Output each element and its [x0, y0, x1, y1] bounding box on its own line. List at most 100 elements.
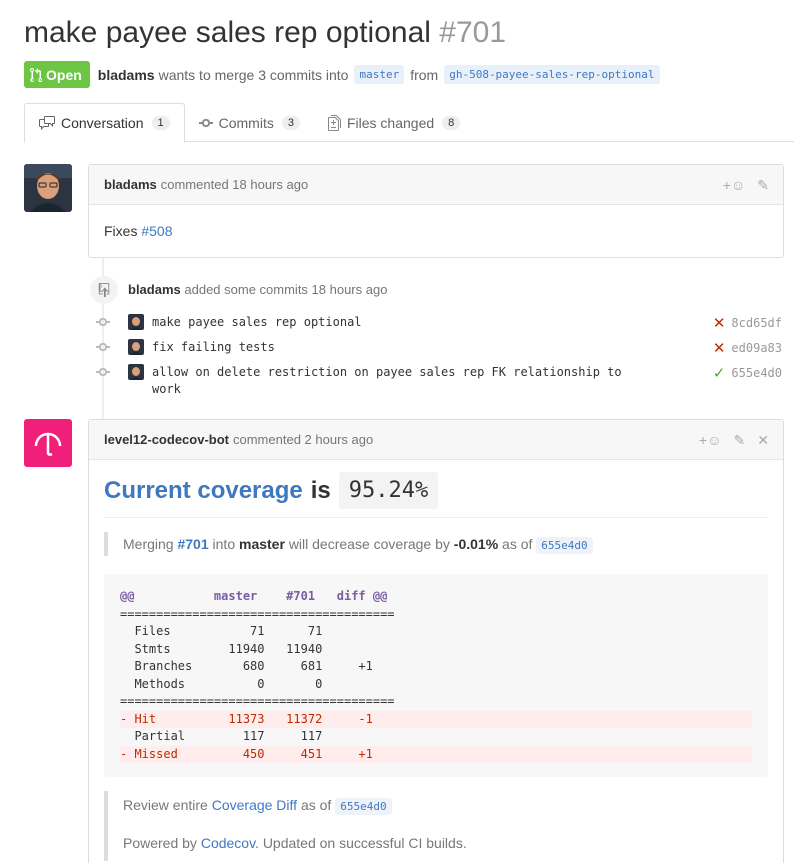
x-icon[interactable]: ✕ — [713, 314, 726, 332]
comment-box: level12-codecov-bot commented 2 hours ag… — [88, 419, 784, 863]
diff-line: Files 71 71 — [120, 624, 323, 638]
file-diff-icon — [327, 114, 341, 131]
commit-message[interactable]: allow on delete restriction on payee sal… — [152, 364, 622, 398]
pencil-icon[interactable]: ✎ — [734, 432, 746, 449]
issue-link[interactable]: #508 — [141, 223, 172, 239]
diff-line: Stmts 11940 11940 — [120, 641, 323, 656]
comment-author[interactable]: level12-codecov-bot — [104, 432, 229, 447]
pencil-icon[interactable]: ✎ — [757, 177, 769, 194]
tab-files-changed[interactable]: Files changed 8 — [314, 103, 474, 142]
tab-label: Files changed — [346, 114, 435, 131]
pr-tabs: Conversation 1 Commits 3 Files changed 8 — [24, 103, 794, 143]
git-commit-icon — [96, 365, 110, 379]
commit-status: ✕ ed09a83 — [713, 339, 782, 357]
coverage-delta: -0.01% — [453, 536, 499, 552]
tab-counter: 1 — [151, 116, 170, 130]
status-badge-label: Open — [46, 66, 82, 83]
from-text: from — [410, 66, 439, 83]
comment-box: bladams commented 18 hours ago +☺ ✎ Fixe… — [88, 164, 784, 258]
x-icon[interactable]: ✕ — [713, 339, 726, 357]
event-author[interactable]: bladams — [128, 282, 181, 297]
add-reaction-icon[interactable]: +☺ — [723, 177, 745, 193]
base-branch[interactable]: master — [354, 65, 405, 84]
commit-author-avatar[interactable] — [128, 339, 144, 355]
comment-body: Current coverage is 95.24% Merging #701 … — [89, 460, 783, 863]
repo-push-icon — [90, 276, 118, 304]
pr-title: make payee sales rep optional #701 — [24, 16, 506, 50]
commit-sha[interactable]: 655e4d0 — [536, 537, 593, 554]
commit-sha[interactable]: 655e4d0 — [335, 798, 392, 815]
review-asof: as of — [300, 797, 332, 813]
merge-summary: Merging #701 into master will decrease c… — [104, 532, 768, 556]
pr-author[interactable]: bladams — [98, 67, 155, 83]
merge-branch: master — [239, 536, 285, 552]
diff-line: Methods 0 0 — [120, 676, 323, 691]
merge-text: wants to merge 3 commits into — [158, 66, 349, 83]
status-badge: Open — [24, 61, 90, 88]
codecov-umbrella-icon — [34, 432, 62, 456]
tab-counter: 8 — [442, 115, 461, 130]
comment-body: Fixes #508 — [89, 205, 783, 253]
merge-into: into — [212, 536, 236, 552]
comment-timestamp[interactable]: commented 2 hours ago — [233, 432, 373, 447]
tab-conversation[interactable]: Conversation 1 — [24, 103, 185, 143]
diff-line: Branches 680 681 +1 — [120, 659, 373, 673]
comment-author[interactable]: bladams — [104, 177, 157, 192]
coverage-is: is — [310, 476, 331, 504]
tab-label: Commits — [218, 114, 274, 131]
comment-discussion-icon — [39, 116, 55, 130]
tab-label: Conversation — [61, 115, 144, 131]
commit-row: allow on delete restriction on payee sal… — [96, 364, 782, 398]
commit-message[interactable]: make payee sales rep optional — [152, 314, 622, 331]
comment-header: level12-codecov-bot commented 2 hours ag… — [89, 420, 783, 460]
git-commit-icon — [198, 118, 213, 127]
codecov-link[interactable]: Codecov — [201, 835, 255, 851]
powered-suffix: . Updated on successful CI builds. — [255, 835, 467, 851]
diff-line: @@ master #701 diff @@ — [120, 589, 388, 603]
bot-avatar[interactable] — [24, 419, 72, 467]
event-action: added some commits 18 hours ago — [184, 282, 388, 297]
commit-author-avatar[interactable] — [128, 314, 144, 330]
diff-line: - Missed 450 451 +1 — [120, 745, 752, 763]
merge-asof: as of — [502, 536, 533, 552]
diff-line: ====================================== — [120, 606, 395, 621]
commit-row: make payee sales rep optional ✕ 8cd65df — [96, 314, 782, 332]
diff-line: Partial 117 117 — [120, 729, 323, 743]
commit-author-avatar[interactable] — [128, 364, 144, 380]
commit-status: ✓ 655e4d0 — [713, 364, 782, 382]
merge-prefix: Merging — [123, 536, 174, 552]
review-note: Review entire Coverage Diff as of 655e4d… — [104, 791, 768, 861]
coverage-diff-link[interactable]: Coverage Diff — [212, 797, 297, 813]
tab-commits[interactable]: Commits 3 — [185, 103, 314, 142]
pr-title-text: make payee sales rep optional — [24, 16, 431, 49]
pr-number: #701 — [439, 16, 507, 49]
commit-status: ✕ 8cd65df — [713, 314, 782, 332]
comment-text: Fixes — [104, 223, 138, 239]
git-commit-icon — [96, 340, 110, 354]
commit-sha[interactable]: ed09a83 — [731, 341, 782, 355]
comment-timestamp[interactable]: commented 18 hours ago — [161, 177, 308, 192]
coverage-percent: 95.24% — [338, 472, 439, 509]
diff-line: ====================================== — [120, 694, 395, 708]
check-icon[interactable]: ✓ — [713, 364, 726, 382]
powered-prefix: Powered by — [123, 835, 197, 851]
commit-sha[interactable]: 8cd65df — [731, 316, 782, 330]
user-avatar-image — [24, 164, 72, 212]
git-commit-icon — [96, 315, 110, 329]
head-branch[interactable]: gh-508-payee-sales-rep-optional — [444, 65, 660, 84]
coverage-link[interactable]: Current coverage — [104, 477, 303, 505]
commit-message[interactable]: fix failing tests — [152, 339, 622, 356]
pr-meta: Open bladams wants to merge 3 commits in… — [24, 61, 666, 88]
pr-link[interactable]: #701 — [177, 536, 208, 552]
diff-line: - Hit 11373 11372 -1 — [120, 710, 752, 728]
review-prefix: Review entire — [123, 797, 208, 813]
commit-sha[interactable]: 655e4d0 — [731, 366, 782, 380]
avatar[interactable] — [24, 164, 72, 212]
close-icon[interactable]: ✕ — [757, 432, 769, 449]
merge-effect: will decrease coverage by — [288, 536, 450, 552]
coverage-diff-table: @@ master #701 diff @@ ==================… — [104, 574, 768, 777]
pull-request-icon — [30, 67, 42, 82]
comment-header: bladams commented 18 hours ago +☺ ✎ — [89, 165, 783, 205]
tab-counter: 3 — [281, 115, 300, 130]
add-reaction-icon[interactable]: +☺ — [699, 432, 721, 448]
